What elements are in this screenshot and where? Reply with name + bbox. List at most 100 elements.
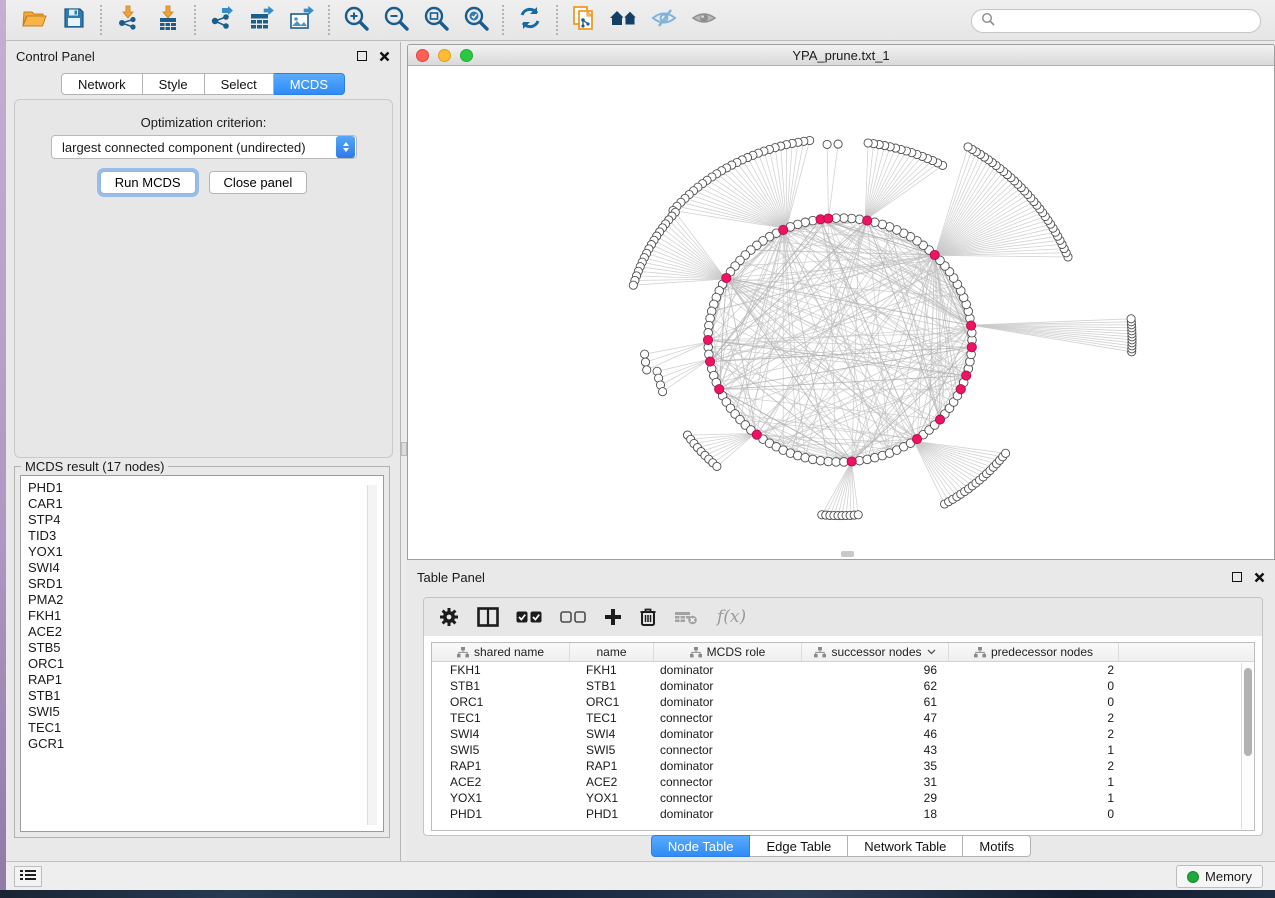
mcds-result-item[interactable]: RAP1 (28, 672, 383, 688)
zoom-out-button[interactable] (376, 3, 416, 37)
mcds-result-list[interactable]: PHD1CAR1STP4TID3YOX1SWI4SRD1PMA2FKH1ACE2… (20, 475, 384, 832)
close-panel-icon[interactable] (379, 51, 390, 62)
import-table-icon (156, 5, 180, 36)
tab-edge-table[interactable]: Edge Table (750, 835, 848, 857)
close-window-icon[interactable] (416, 49, 429, 62)
column-header-mcds-role[interactable]: MCDS role (654, 643, 802, 661)
table-row[interactable]: ORC1ORC1dominator610 (432, 694, 1254, 710)
mcds-result-item[interactable]: PMA2 (28, 592, 383, 608)
table-cell: 35 (802, 759, 949, 773)
tab-select[interactable]: Select (205, 73, 274, 95)
save-session-button[interactable] (54, 3, 94, 37)
table-cell: SWI4 (570, 727, 654, 741)
app-screen: Control Panel Network Style Select MCDS … (0, 0, 1275, 898)
panel-layout-button[interactable] (477, 607, 499, 627)
search-icon (981, 12, 995, 31)
close-table-panel-icon[interactable] (1254, 572, 1265, 583)
add-column-button[interactable] (604, 608, 622, 626)
table-cell: ACE2 (432, 775, 570, 789)
mcds-result-item[interactable]: GCR1 (28, 736, 383, 752)
table-cell: 1 (949, 775, 1119, 789)
table-row[interactable]: FKH1FKH1dominator962 (432, 662, 1254, 678)
import-table-file-button[interactable] (148, 3, 188, 37)
zoom-selected-button[interactable] (456, 3, 496, 37)
tab-mcds[interactable]: MCDS (274, 73, 345, 95)
table-cell: 29 (802, 791, 949, 805)
export-network-button[interactable] (202, 3, 242, 37)
column-header-shared-name[interactable]: shared name (432, 643, 570, 661)
memory-button[interactable]: Memory (1176, 865, 1263, 888)
close-panel-button[interactable]: Close panel (209, 171, 308, 194)
mcds-result-item[interactable]: TID3 (28, 528, 383, 544)
table-scrollbar-thumb[interactable] (1244, 668, 1252, 756)
table-row[interactable]: TEC1TEC1connector472 (432, 710, 1254, 726)
mcds-result-item[interactable]: TEC1 (28, 720, 383, 736)
search-box[interactable] (971, 9, 1261, 33)
status-menu-button[interactable] (14, 866, 42, 887)
mcds-result-item[interactable]: STB5 (28, 640, 383, 656)
show-all-button[interactable] (684, 3, 724, 37)
delete-table-button[interactable] (674, 609, 698, 625)
delete-column-button[interactable] (639, 607, 657, 627)
deselect-all-button[interactable] (560, 610, 587, 624)
tab-network[interactable]: Network (61, 73, 143, 95)
table-cell: 0 (949, 807, 1119, 821)
mcds-result-item[interactable]: STP4 (28, 512, 383, 528)
zoom-fit-button[interactable] (416, 3, 456, 37)
mcds-result-item[interactable]: ACE2 (28, 624, 383, 640)
table-settings-button[interactable] (438, 606, 460, 628)
search-input[interactable] (1001, 14, 1260, 28)
table-row[interactable]: SWI5SWI5connector431 (432, 742, 1254, 758)
float-panel-icon[interactable] (357, 51, 367, 61)
export-image-button[interactable] (282, 3, 322, 37)
hide-selected-button[interactable] (644, 3, 684, 37)
table-container: f(x) shared name name MCDS role successo… (423, 597, 1263, 836)
optimization-criterion-select[interactable]: largest connected component (undirected) (51, 135, 357, 159)
run-mcds-button[interactable]: Run MCDS (100, 171, 196, 194)
apply-function-button[interactable]: f(x) (717, 607, 746, 627)
mcds-result-item[interactable]: SWI5 (28, 704, 383, 720)
minimize-window-icon[interactable] (438, 49, 451, 62)
column-header-name[interactable]: name (570, 643, 654, 661)
table-cell: FKH1 (570, 663, 654, 677)
mcds-result-item[interactable]: ORC1 (28, 656, 383, 672)
select-all-button[interactable] (516, 610, 543, 624)
duplicate-network-icon (571, 5, 597, 36)
mcds-list-scrollbar[interactable] (367, 485, 377, 825)
tab-style[interactable]: Style (143, 73, 205, 95)
table-row[interactable]: YOX1YOX1connector291 (432, 790, 1254, 806)
network-hscroll-thumb[interactable] (841, 551, 854, 557)
column-header-successor-nodes[interactable]: successor nodes (802, 643, 949, 661)
import-network-file-button[interactable] (108, 3, 148, 37)
table-row[interactable]: ACE2ACE2connector311 (432, 774, 1254, 790)
network-window-titlebar[interactable]: YPA_prune.txt_1 (408, 45, 1274, 66)
tab-motifs[interactable]: Motifs (963, 835, 1031, 857)
mcds-result-item[interactable]: SWI4 (28, 560, 383, 576)
export-table-button[interactable] (242, 3, 282, 37)
column-header-predecessor-nodes[interactable]: predecessor nodes (949, 643, 1119, 661)
mcds-result-item[interactable]: CAR1 (28, 496, 383, 512)
mcds-result-item[interactable]: STB1 (28, 688, 383, 704)
duplicate-network-button[interactable] (564, 3, 604, 37)
open-session-button[interactable] (14, 3, 54, 37)
table-scrollbar[interactable] (1241, 663, 1253, 829)
table-row[interactable]: PHD1PHD1dominator180 (432, 806, 1254, 822)
table-row[interactable]: RAP1RAP1dominator352 (432, 758, 1254, 774)
mcds-result-item[interactable]: FKH1 (28, 608, 383, 624)
mcds-result-item[interactable]: PHD1 (28, 480, 383, 496)
maximize-window-icon[interactable] (460, 49, 473, 62)
tab-node-table[interactable]: Node Table (651, 835, 751, 857)
mcds-result-item[interactable]: YOX1 (28, 544, 383, 560)
status-bar: Memory (6, 861, 1275, 890)
tab-network-table[interactable]: Network Table (848, 835, 963, 857)
network-canvas[interactable] (408, 66, 1274, 560)
refresh-view-button[interactable] (510, 3, 550, 37)
node-table[interactable]: shared name name MCDS role successor nod… (431, 642, 1255, 831)
zoom-in-button[interactable] (336, 3, 376, 37)
mcds-result-item[interactable]: SRD1 (28, 576, 383, 592)
first-neighbors-button[interactable] (604, 3, 644, 37)
table-cell: dominator (654, 727, 802, 741)
table-row[interactable]: STB1STB1dominator620 (432, 678, 1254, 694)
float-table-panel-icon[interactable] (1232, 572, 1242, 582)
table-row[interactable]: SWI4SWI4dominator462 (432, 726, 1254, 742)
